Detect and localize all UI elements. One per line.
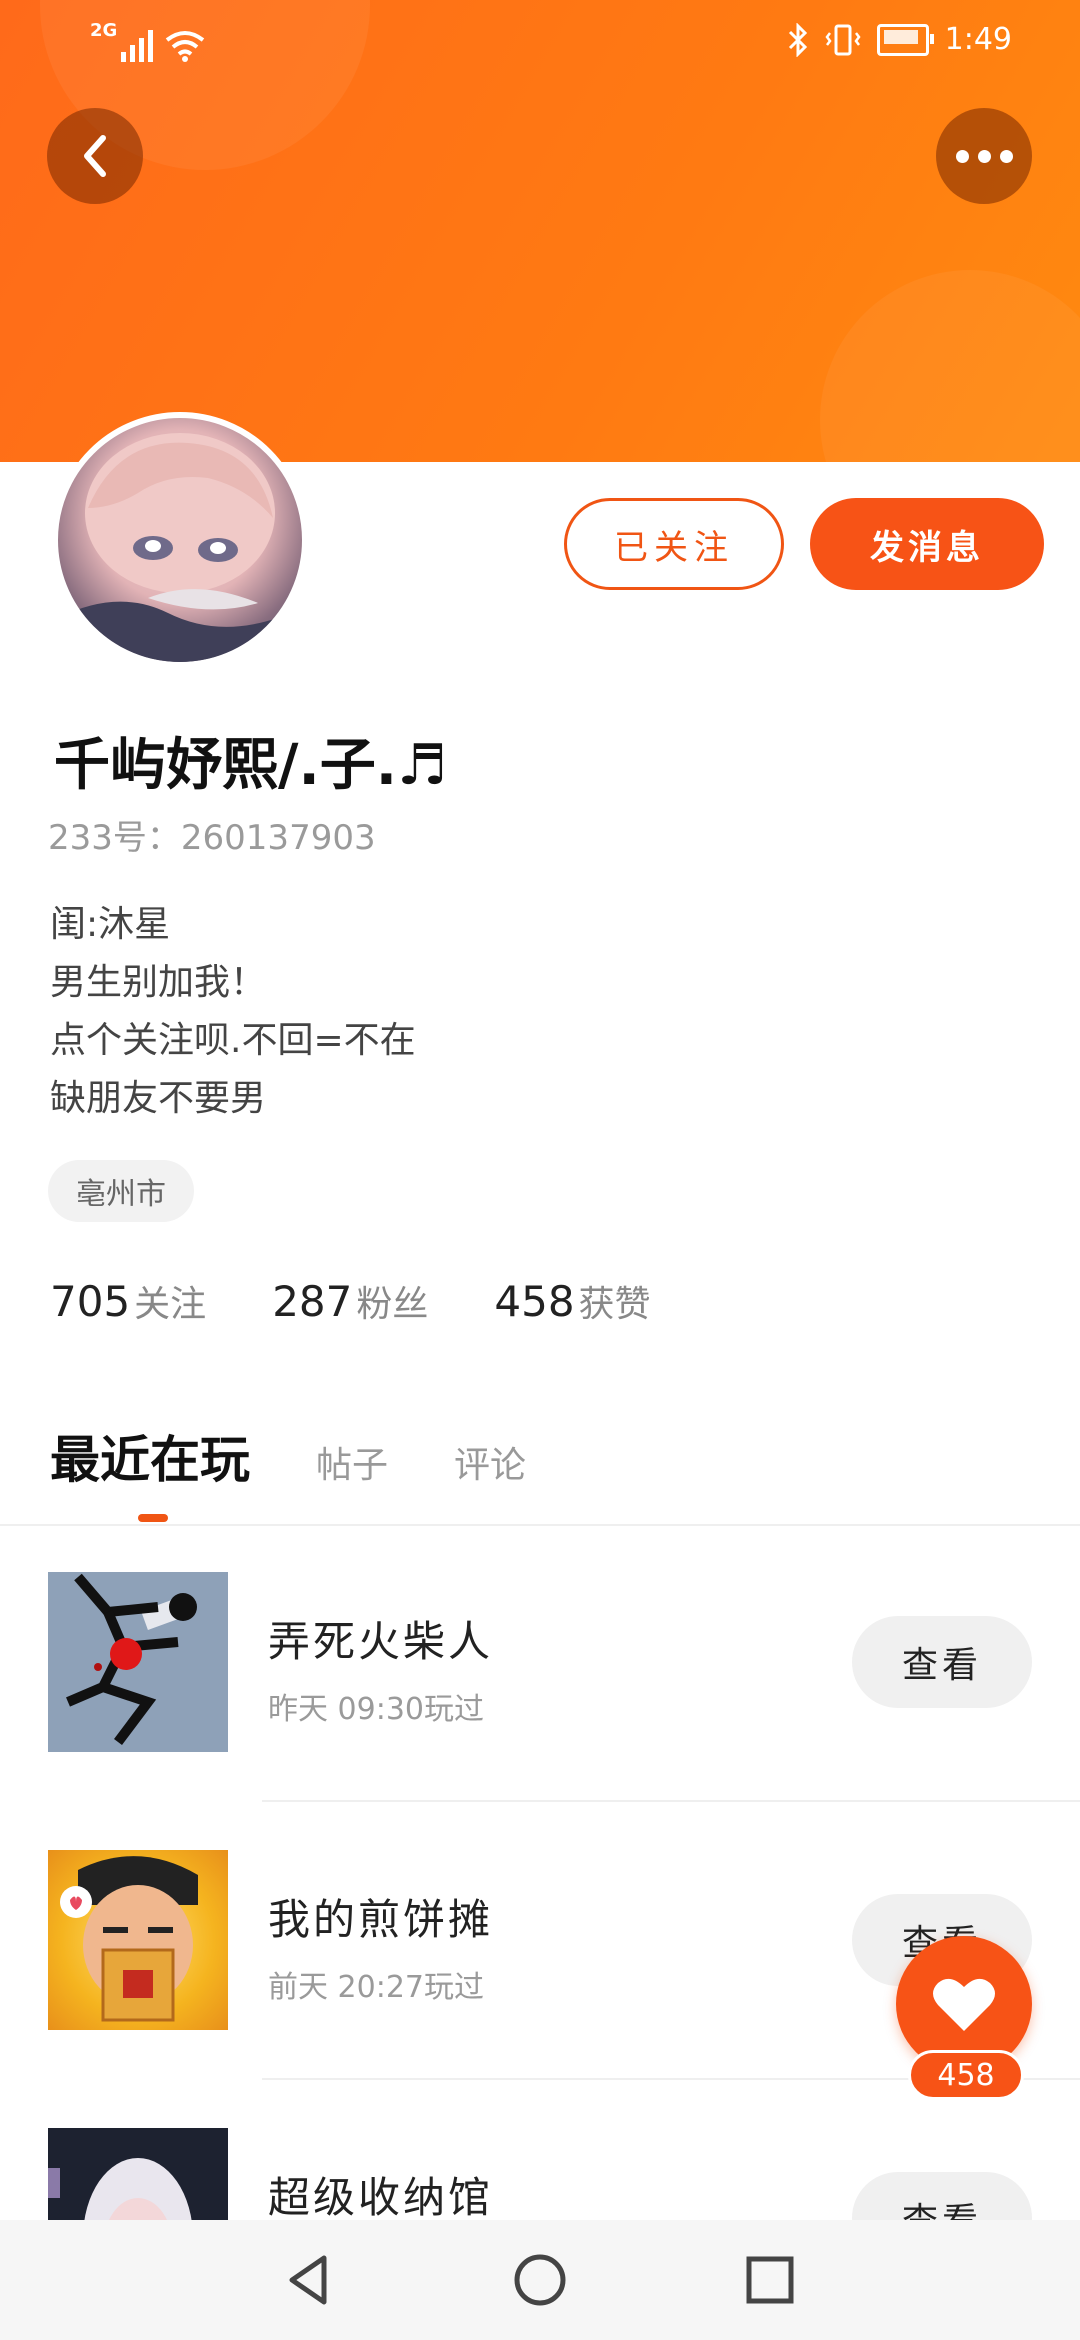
game-title: 弄死火柴人 <box>268 1617 494 1666</box>
stat-label: 粉丝 <box>356 1284 429 1325</box>
battery-icon <box>876 23 934 56</box>
bio: 闺:沐星 男生别加我！ 点个关注呗.不回=不在 缺朋友不要男 <box>50 896 416 1128</box>
tab-indicator <box>138 1514 168 1522</box>
pancake-stall-game-image <box>60 1856 198 2022</box>
user-id-label: 233号： <box>48 818 181 858</box>
profile-stats: 705 关注 287 粉丝 458 获赞 <box>50 1275 651 1327</box>
tab-posts[interactable]: 帖子 <box>316 1436 388 1488</box>
status-time: 1:49 <box>944 22 1012 57</box>
signal-icon <box>121 30 154 62</box>
location-tag: 亳州市 <box>48 1160 194 1222</box>
user-id-value: 260137903 <box>180 818 376 858</box>
chevron-left-icon <box>84 135 106 177</box>
list-item[interactable]: 弄死火柴人 昨天 09:30玩过 查看 <box>0 1572 1080 1752</box>
game-thumbnail <box>48 1572 228 1752</box>
followed-button[interactable]: 已关注 <box>564 498 784 590</box>
stat-number: 458 <box>494 1277 575 1326</box>
stat-label: 获赞 <box>578 1284 651 1325</box>
profile-tabs: 最近在玩 帖子 评论 <box>50 1420 526 1492</box>
stickman-game-image <box>48 1572 228 1752</box>
banner-decoration <box>820 270 1080 462</box>
nav-recents-icon[interactable] <box>740 2250 800 2310</box>
heart-icon <box>933 1978 995 2031</box>
system-navigation-bar <box>0 2220 1080 2340</box>
game-thumbnail <box>48 1850 228 2030</box>
status-right: 1:49 <box>787 22 1012 57</box>
stat-following[interactable]: 705 关注 <box>50 1275 206 1327</box>
status-bar: 2G 1:49 <box>0 0 1080 82</box>
nav-back-icon[interactable] <box>280 2250 340 2310</box>
username: 千屿妤熙/.子.♬ <box>54 733 448 798</box>
view-button[interactable]: 查看 <box>852 1616 1032 1708</box>
more-options-button[interactable] <box>936 108 1032 204</box>
game-last-played: 前天 20:27玩过 <box>268 1970 484 2005</box>
stat-number: 705 <box>50 1277 131 1326</box>
tab-divider <box>0 1524 1080 1526</box>
tab-comments[interactable]: 评论 <box>454 1436 526 1488</box>
tab-recently-played[interactable]: 最近在玩 <box>50 1420 250 1492</box>
like-count-badge: 458 <box>908 2050 1024 2100</box>
avatar-image <box>58 433 302 662</box>
stat-followers[interactable]: 287 粉丝 <box>272 1275 428 1327</box>
stat-number: 287 <box>272 1277 353 1326</box>
avatar[interactable] <box>52 412 308 668</box>
stat-label: 关注 <box>134 1284 207 1325</box>
bio-line: 闺:沐星 <box>50 904 171 945</box>
game-title: 我的煎饼摊 <box>268 1895 494 1944</box>
network-type-label: 2G <box>90 20 118 41</box>
game-title: 超级收纳馆 <box>268 2173 494 2222</box>
bio-line: 缺朋友不要男 <box>50 1078 267 1119</box>
bio-line: 男生别加我！ <box>50 962 267 1003</box>
row-divider <box>262 1800 1080 1802</box>
bluetooth-icon <box>788 22 807 57</box>
back-button[interactable] <box>47 108 143 204</box>
stat-likes[interactable]: 458 获赞 <box>494 1275 650 1327</box>
vibrate-icon <box>825 24 861 55</box>
status-left: 2G <box>90 22 205 62</box>
user-id: 233号：260137903 <box>48 810 376 859</box>
profile-header-banner: 2G 1:49 <box>0 0 1080 462</box>
wifi-icon <box>166 31 205 62</box>
bio-line: 点个关注呗.不回=不在 <box>50 1020 416 1061</box>
nav-home-icon[interactable] <box>510 2250 570 2310</box>
send-message-button[interactable]: 发消息 <box>810 498 1044 590</box>
more-dots-icon <box>955 149 1013 163</box>
game-last-played: 昨天 09:30玩过 <box>268 1692 484 1727</box>
